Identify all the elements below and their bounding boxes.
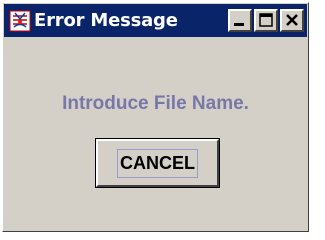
window-title: Error Message xyxy=(34,10,178,31)
error-message-text: Introduce File Name. xyxy=(62,93,249,114)
minimize-icon xyxy=(234,23,244,26)
dialog-content: Introduce File Name. CANCEL xyxy=(4,37,307,230)
app-icon[interactable] xyxy=(9,10,31,32)
close-icon xyxy=(286,14,298,26)
cancel-button[interactable]: CANCEL xyxy=(95,138,220,188)
cancel-button-label: CANCEL xyxy=(117,148,198,178)
minimize-button[interactable] xyxy=(228,9,252,32)
maximize-button[interactable] xyxy=(254,9,278,32)
window-controls xyxy=(226,9,304,32)
maximize-icon xyxy=(259,13,273,27)
error-dialog-window: Error Message Introduce File Name. CANCE… xyxy=(2,2,309,232)
title-bar[interactable]: Error Message xyxy=(4,4,307,37)
close-button[interactable] xyxy=(280,9,304,32)
